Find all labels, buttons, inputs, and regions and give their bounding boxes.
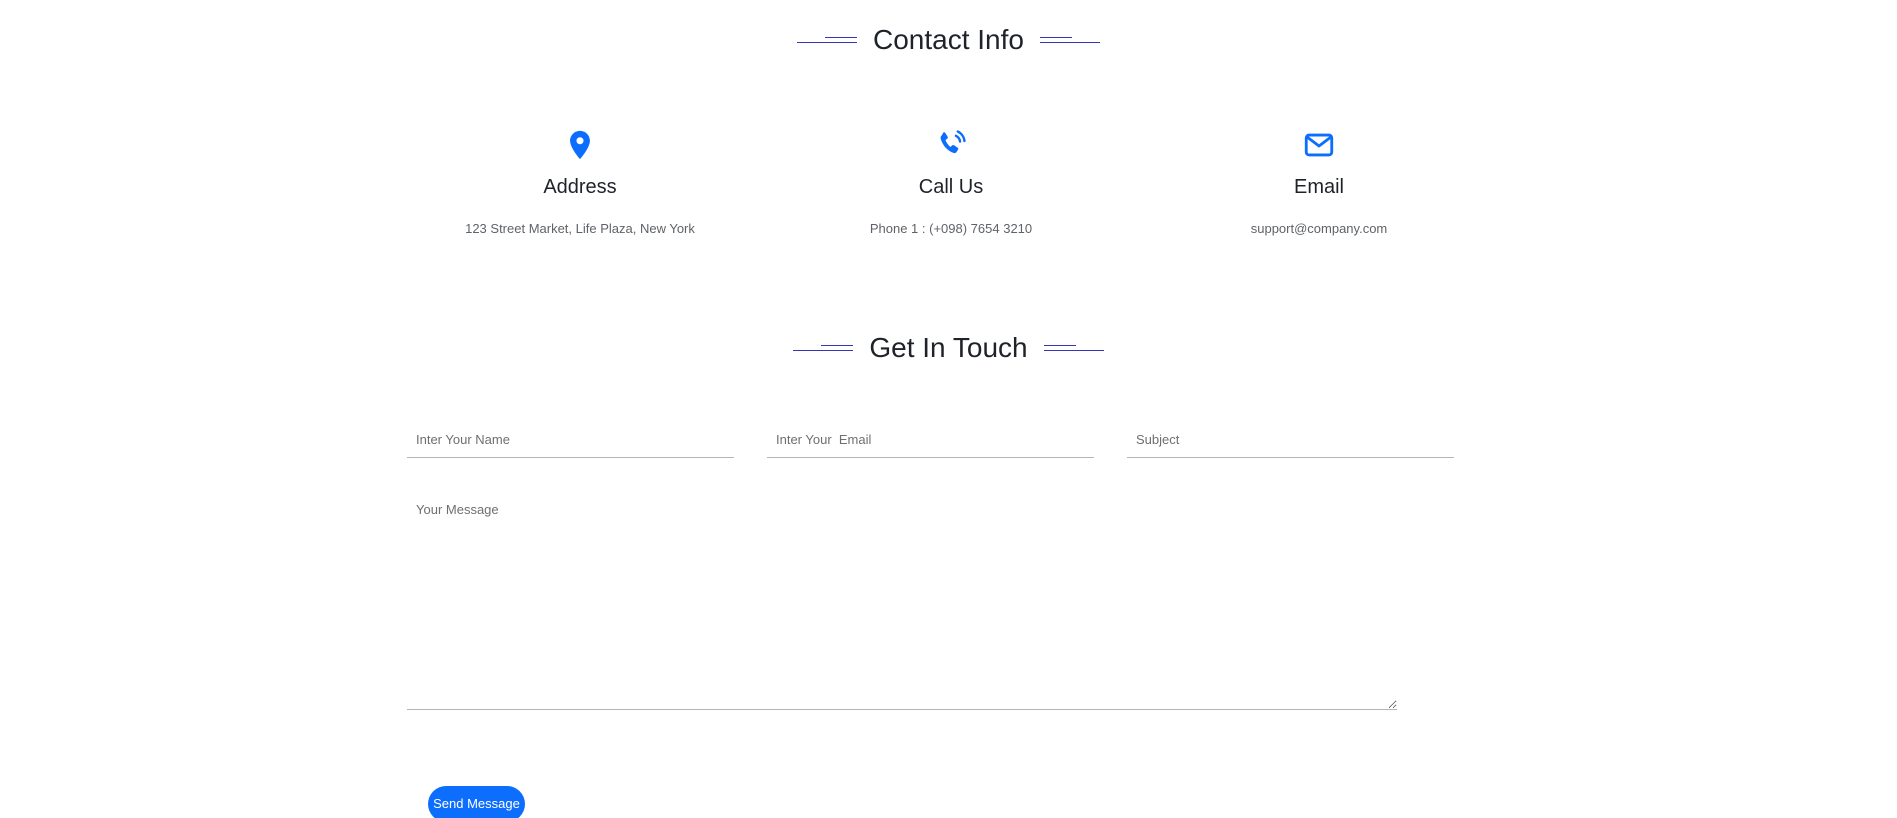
map-pin-icon [570,130,590,160]
address-title: Address [543,176,617,198]
phone-text: Phone 1 : (+098) 7654 3210 [869,221,1033,236]
call-us-card: Call Us Phone 1 : (+098) 7654 3210 [771,128,1131,236]
address-card: Address 123 Street Market, Life Plaza, N… [400,128,760,236]
email-card: Email support@company.com [1139,128,1499,236]
email-input[interactable] [767,422,1094,458]
heading-decoration-right [1043,341,1104,355]
envelope-icon [1304,133,1334,157]
heading-decoration-left [797,33,857,47]
call-us-title: Call Us [918,176,984,198]
name-input[interactable] [407,422,734,458]
contact-info-cards: Address 123 Street Market, Life Plaza, N… [400,128,1500,258]
phone-ringing-icon [940,130,966,154]
get-in-touch-title: Get In Touch [869,332,1028,363]
subject-input[interactable] [1127,422,1454,458]
email-text: support@company.com [1250,221,1388,236]
address-text: 123 Street Market, Life Plaza, New York [465,221,695,236]
contact-info-title: Contact Info [873,24,1024,55]
get-in-touch-heading: Get In Touch [0,332,1897,364]
heading-decoration-left [793,341,854,355]
contact-info-heading: Contact Info [0,24,1897,56]
email-title: Email [1293,176,1344,198]
message-textarea[interactable] [407,494,1397,710]
contact-page: Contact Info Address 123 Street Market, … [0,0,1897,818]
send-message-button[interactable]: Send Message [428,786,525,818]
heading-decoration-right [1039,33,1100,47]
